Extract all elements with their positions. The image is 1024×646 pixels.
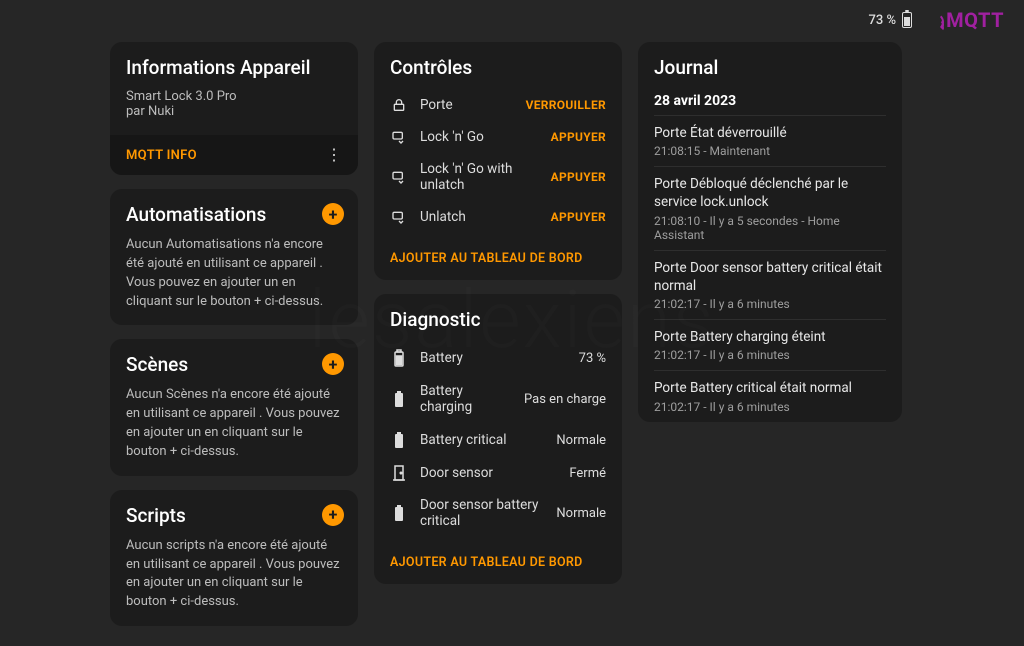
device-info-title: Informations Appareil: [126, 56, 342, 79]
journal-title: Journal: [654, 56, 886, 79]
controls-add-dashboard-button[interactable]: AJOUTER AU TABLEAU DE BORD: [390, 239, 606, 266]
diag-row-battery-charging[interactable]: Battery charging Pas en charge: [390, 375, 606, 423]
gesture-icon: [390, 169, 408, 185]
diag-value: Normale: [556, 506, 606, 521]
diag-value: Fermé: [569, 466, 606, 481]
journal-item[interactable]: Porte Door sensor battery critical était…: [654, 250, 886, 319]
diagnostic-add-dashboard-button[interactable]: AJOUTER AU TABLEAU DE BORD: [390, 543, 606, 570]
journal-item-meta: 21:02:17 - Il y a 6 minutes: [654, 297, 886, 311]
battery-full-icon: [390, 504, 408, 522]
control-action[interactable]: APPUYER: [551, 170, 606, 184]
control-row-porte[interactable]: Porte VERROUILLER: [390, 89, 606, 121]
gesture-icon: [390, 129, 408, 145]
diag-label: Battery critical: [420, 432, 544, 448]
journal-item-title: Porte Débloqué déclenché par le service …: [654, 175, 886, 211]
controls-card: Contrôles Porte VERROUILLER Lock 'n' Go …: [374, 42, 622, 280]
mqtt-label: MQTT: [946, 8, 1004, 32]
device-model: Smart Lock 3.0 Pro: [126, 89, 342, 104]
control-row-lockngo[interactable]: Lock 'n' Go APPUYER: [390, 121, 606, 153]
journal-item[interactable]: Porte Battery critical était normal 21:0…: [654, 370, 886, 421]
battery-status: 73 %: [869, 12, 913, 28]
automations-body: Aucun Automatisations n'a encore été ajo…: [126, 236, 342, 311]
add-script-button[interactable]: +: [322, 504, 344, 526]
journal-item[interactable]: Porte Débloqué déclenché par le service …: [654, 166, 886, 249]
battery-icon: [390, 349, 408, 367]
diag-row-door-sensor[interactable]: Door sensor Fermé: [390, 457, 606, 489]
lock-icon: [390, 97, 408, 113]
diag-value: Normale: [556, 433, 606, 448]
diag-label: Battery charging: [420, 383, 512, 415]
diag-row-battery[interactable]: Battery 73 %: [390, 341, 606, 375]
diag-label: Door sensor battery critical: [420, 497, 544, 529]
journal-date: 28 avril 2023: [654, 89, 886, 115]
diagnostic-card: Diagnostic Battery 73 % Battery charging…: [374, 294, 622, 584]
scenes-title: Scènes: [126, 353, 342, 376]
battery-percent-text: 73 %: [869, 13, 897, 28]
scripts-card: + Scripts Aucun scripts n'a encore été a…: [110, 490, 358, 626]
diag-value: 73 %: [579, 351, 606, 366]
scenes-card: + Scènes Aucun Scènes n'a encore été ajo…: [110, 339, 358, 475]
battery-full-icon: [390, 390, 408, 408]
gesture-icon: [390, 209, 408, 225]
control-action[interactable]: VERROUILLER: [526, 98, 606, 112]
journal-item-meta: 21:08:15 - Maintenant: [654, 144, 886, 158]
status-bar: 73 % MQTT: [0, 0, 1024, 36]
journal-item[interactable]: Porte Battery charging éteint 21:02:17 -…: [654, 319, 886, 370]
diag-value: Pas en charge: [524, 392, 606, 407]
journal-item-meta: 21:02:17 - Il y a 6 minutes: [654, 400, 886, 414]
mqtt-info-button[interactable]: MQTT INFO: [126, 148, 197, 163]
mqtt-logo: MQTT: [924, 8, 1004, 32]
control-label: Porte: [420, 97, 514, 113]
diagnostic-title: Diagnostic: [390, 308, 606, 331]
automations-title: Automatisations: [126, 203, 342, 226]
control-action[interactable]: APPUYER: [551, 130, 606, 144]
control-row-unlatch[interactable]: Unlatch APPUYER: [390, 201, 606, 233]
diag-row-battery-critical[interactable]: Battery critical Normale: [390, 423, 606, 457]
diag-label: Door sensor: [420, 465, 557, 481]
automations-card: + Automatisations Aucun Automatisations …: [110, 189, 358, 325]
device-maker: par Nuki: [126, 104, 342, 119]
controls-title: Contrôles: [390, 56, 606, 79]
diag-row-door-sensor-battery-critical[interactable]: Door sensor battery critical Normale: [390, 489, 606, 537]
battery-icon: [902, 12, 912, 28]
scripts-body: Aucun scripts n'a encore été ajouté en u…: [126, 537, 342, 612]
journal-item[interactable]: Porte État déverrouillé 21:08:15 - Maint…: [654, 115, 886, 166]
control-label: Lock 'n' Go: [420, 129, 539, 145]
scripts-title: Scripts: [126, 504, 342, 527]
device-info-card: Informations Appareil Smart Lock 3.0 Pro…: [110, 42, 358, 175]
control-row-lockngo-unlatch[interactable]: Lock 'n' Go with unlatch APPUYER: [390, 153, 606, 201]
scenes-body: Aucun Scènes n'a encore été ajouté en ut…: [126, 386, 342, 461]
journal-item-meta: 21:02:17 - Il y a 6 minutes: [654, 348, 886, 362]
journal-card: Journal 28 avril 2023 Porte État déverro…: [638, 42, 902, 422]
journal-item-title: Porte Battery charging éteint: [654, 328, 886, 346]
journal-item-meta: 21:08:10 - Il y a 5 secondes - Home Assi…: [654, 214, 886, 242]
journal-item-title: Porte État déverrouillé: [654, 124, 886, 142]
control-label: Lock 'n' Go with unlatch: [420, 161, 539, 193]
control-label: Unlatch: [420, 209, 539, 225]
door-icon: [390, 465, 408, 481]
rss-icon: [924, 11, 942, 29]
diag-label: Battery: [420, 350, 567, 366]
battery-full-icon: [390, 431, 408, 449]
add-automation-button[interactable]: +: [322, 203, 344, 225]
journal-item-title: Porte Door sensor battery critical était…: [654, 259, 886, 295]
control-action[interactable]: APPUYER: [551, 210, 606, 224]
journal-item-title: Porte Battery critical était normal: [654, 379, 886, 397]
more-options-icon[interactable]: ⋮: [326, 147, 342, 163]
